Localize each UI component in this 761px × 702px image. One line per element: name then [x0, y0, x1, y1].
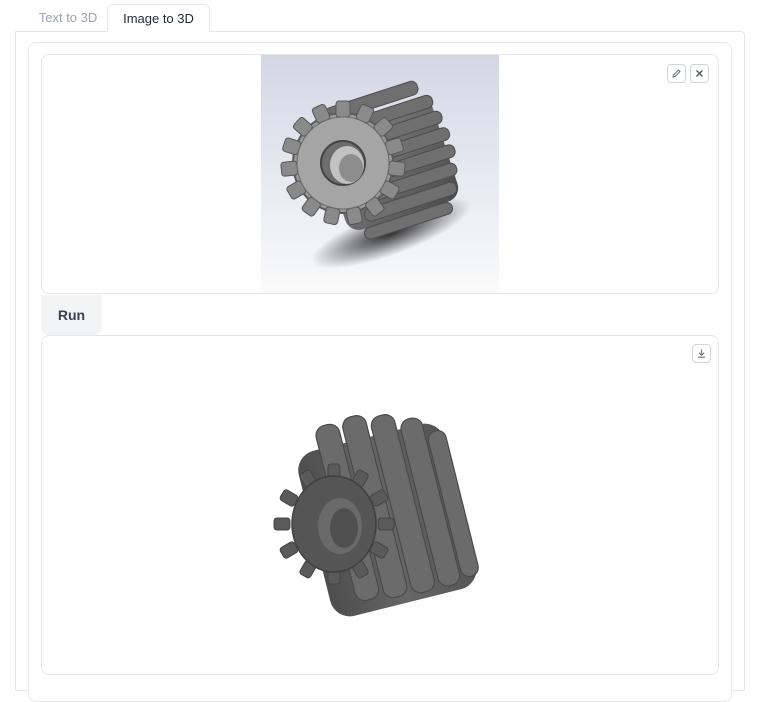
pencil-icon	[672, 69, 681, 78]
download-icon	[698, 349, 705, 358]
model-3d-viewer[interactable]	[272, 396, 492, 626]
tab-bar: Text to 3D Image to 3D	[15, 0, 761, 32]
gear-image	[261, 55, 499, 293]
download-button[interactable]	[692, 344, 711, 363]
image-input-panel[interactable]	[41, 54, 719, 294]
gear-3d-model	[273, 414, 479, 617]
input-image	[261, 55, 499, 293]
model-output-panel[interactable]	[41, 335, 719, 675]
run-button[interactable]: Run	[41, 295, 102, 335]
tab-text-to-3d[interactable]: Text to 3D	[23, 4, 113, 32]
close-icon	[696, 70, 703, 77]
edit-button[interactable]	[667, 64, 686, 83]
clear-button[interactable]	[690, 64, 709, 83]
tab-image-to-3d[interactable]: Image to 3D	[107, 4, 210, 32]
